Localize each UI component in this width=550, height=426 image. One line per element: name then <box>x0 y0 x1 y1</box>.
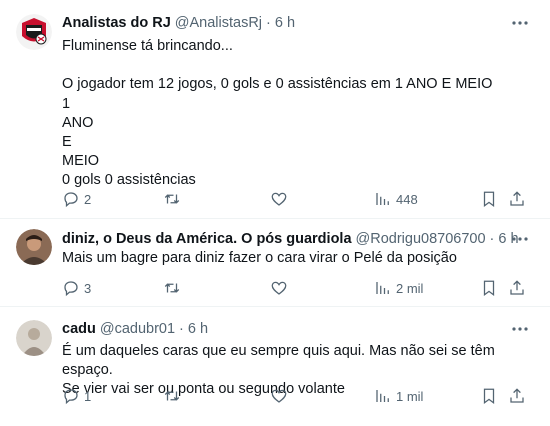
retweet-button[interactable] <box>163 386 185 406</box>
share-upload-icon <box>510 280 524 295</box>
reply-bubble-icon <box>64 281 78 297</box>
heart-icon <box>271 192 287 206</box>
bookmark-button[interactable] <box>480 189 498 209</box>
retweet-arrows-icon <box>164 283 180 293</box>
retweet-button[interactable] <box>163 278 185 298</box>
view-count: 1 mil <box>396 388 424 404</box>
views-bar-chart-icon <box>376 193 389 205</box>
view-count: 448 <box>396 191 418 207</box>
avatar[interactable] <box>16 229 52 265</box>
share-upload-icon <box>510 191 524 206</box>
avatar-photo-icon <box>16 320 52 356</box>
retweet-button[interactable] <box>163 189 185 209</box>
view-count: 2 mil <box>396 280 424 296</box>
tweet-3[interactable]: cadu @cadubr01 · 6 h É um daqueles caras… <box>0 307 550 426</box>
bookmark-button[interactable] <box>480 278 498 298</box>
author-handle[interactable]: @cadubr01 <box>100 321 175 337</box>
more-dots-icon <box>512 237 528 241</box>
tweet-header: cadu @cadubr01 · 6 h <box>62 319 208 339</box>
tweet-1[interactable]: Analistas do RJ @AnalistasRj · 6 h Flumi… <box>0 0 550 218</box>
more-button[interactable] <box>510 229 530 249</box>
reply-button[interactable]: 3 <box>62 278 91 298</box>
share-button[interactable] <box>508 386 526 406</box>
reply-count: 2 <box>84 191 92 207</box>
retweet-arrows-icon <box>164 194 180 204</box>
author-name[interactable]: diniz, o Deus da América. O pós guardiol… <box>62 231 352 247</box>
separator-dot: · <box>266 15 271 31</box>
views-button[interactable]: 448 <box>374 189 418 209</box>
action-bar: 1 1 mil <box>62 386 532 406</box>
views-button[interactable]: 2 mil <box>374 278 423 298</box>
share-upload-icon <box>510 388 524 403</box>
views-button[interactable]: 1 mil <box>374 386 423 406</box>
like-button[interactable] <box>270 386 292 406</box>
separator-dot: · <box>489 231 495 247</box>
author-name[interactable]: Analistas do RJ <box>62 15 171 31</box>
more-button[interactable] <box>510 13 530 33</box>
action-bar: 2 448 <box>62 189 532 209</box>
bookmark-icon <box>483 388 495 405</box>
tweet-2[interactable]: diniz, o Deus da América. O pós guardiol… <box>0 219 550 306</box>
tweet-header: diniz, o Deus da América. O pós guardiol… <box>62 229 519 249</box>
more-dots-icon <box>512 327 528 331</box>
share-button[interactable] <box>508 189 526 209</box>
tweet-time[interactable]: 6 h <box>275 15 295 31</box>
avatar[interactable] <box>16 320 52 356</box>
heart-icon <box>271 389 287 403</box>
like-button[interactable] <box>270 189 292 209</box>
views-bar-chart-icon <box>376 282 389 294</box>
avatar[interactable] <box>16 14 52 50</box>
retweet-arrows-icon <box>164 391 180 401</box>
tweet-time[interactable]: 6 h <box>188 321 208 337</box>
share-button[interactable] <box>508 278 526 298</box>
more-button[interactable] <box>510 319 530 339</box>
reply-button[interactable]: 1 <box>62 386 91 406</box>
views-bar-chart-icon <box>376 390 389 402</box>
reply-count: 3 <box>84 280 92 296</box>
tweet-header: Analistas do RJ @AnalistasRj · 6 h <box>62 13 295 33</box>
author-name[interactable]: cadu <box>62 321 96 337</box>
action-bar: 3 2 mil <box>62 278 532 298</box>
more-dots-icon <box>512 21 528 25</box>
bookmark-icon <box>483 191 495 208</box>
avatar-logo-icon <box>16 14 52 50</box>
reply-count: 1 <box>84 388 92 404</box>
tweet-text: Fluminense tá brincando... O jogador tem… <box>62 38 493 189</box>
separator-dot: · <box>179 321 184 337</box>
reply-bubble-icon <box>64 389 78 405</box>
bookmark-button[interactable] <box>480 386 498 406</box>
reply-button[interactable]: 2 <box>62 189 91 209</box>
reply-bubble-icon <box>64 192 78 208</box>
author-handle[interactable]: @AnalistasRj <box>175 15 262 31</box>
like-button[interactable] <box>270 278 292 298</box>
avatar-photo-icon <box>16 229 52 265</box>
heart-icon <box>271 281 287 295</box>
author-handle[interactable]: @Rodrigu08706700 <box>356 231 486 247</box>
tweet-text: Mais um bagre para diniz fazer o cara vi… <box>62 250 457 266</box>
bookmark-icon <box>483 280 495 297</box>
